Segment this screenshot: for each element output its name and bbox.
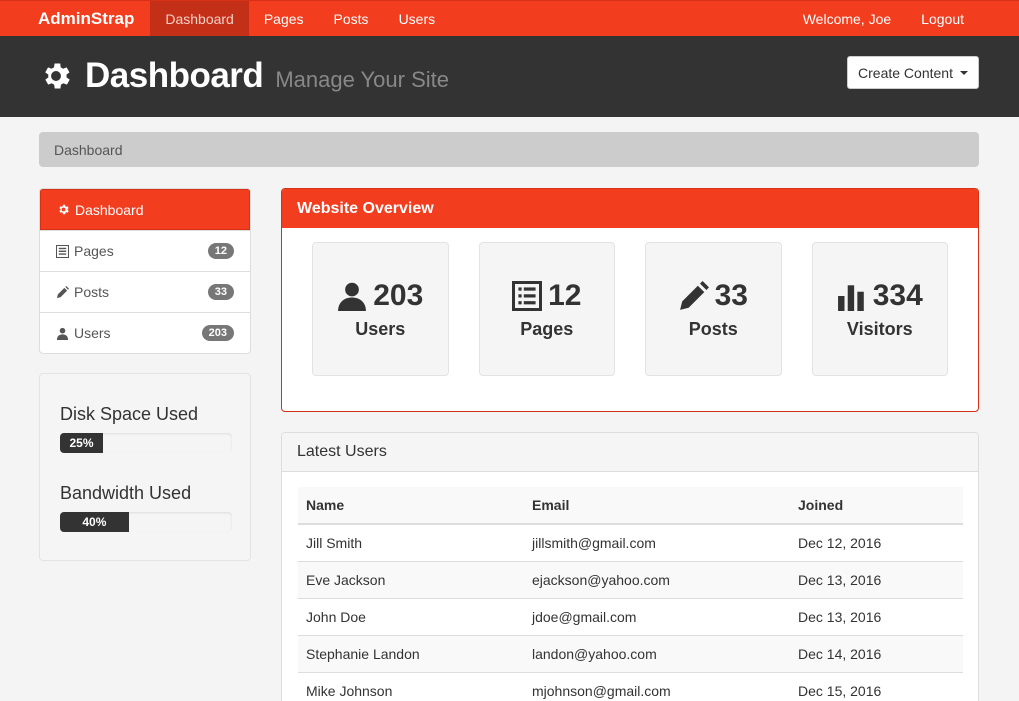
cell-email: jdoe@gmail.com [524,597,790,635]
page-subtitle: Manage Your Site [275,67,450,92]
stats-row: 203 Users 12 Pages 33 Posts 334 Visitors [282,228,978,390]
bandwidth-bar: 40% [60,512,129,532]
stat-label: Pages [520,318,574,339]
table-row: Stephanie Landon landon@yahoo.com Dec 14… [298,634,963,672]
stat-value: 33 [714,278,748,312]
nav-link-pages[interactable]: Pages [249,1,319,36]
user-icon [338,282,367,311]
stat-label: Users [355,318,406,339]
cell-email: ejackson@yahoo.com [524,560,790,598]
users-table: Name Email Joined Jill Smith jillsmith@g… [298,487,963,701]
cell-name: Mike Johnson [298,671,524,701]
column-header-email: Email [524,487,790,525]
cell-joined: Dec 13, 2016 [790,597,963,635]
stat-posts: 33 Posts [645,242,782,376]
sidebar-item-dashboard[interactable]: Dashboard [40,189,250,230]
top-navbar: AdminStrap Dashboard Pages Posts Users W… [0,0,1019,36]
list-alt-icon [56,244,69,258]
cell-email: mjohnson@gmail.com [524,671,790,701]
bandwidth-title: Bandwidth Used [60,483,192,503]
count-badge: 33 [207,284,234,300]
brand-logo[interactable]: AdminStrap [0,1,150,36]
bandwidth-progress: 40% [60,512,232,532]
breadcrumb[interactable]: Dashboard [39,132,979,167]
user-icon [56,327,69,340]
gear-icon [59,204,69,215]
cell-joined: Dec 13, 2016 [790,560,963,598]
sidebar-item-posts[interactable]: Posts 33 [40,271,250,312]
cell-email: jillsmith@gmail.com [524,523,790,561]
table-row: Jill Smith jillsmith@gmail.com Dec 12, 2… [298,523,963,561]
create-content-label: Create Content [858,64,953,81]
nav-link-posts[interactable]: Posts [319,1,384,36]
cell-email: landon@yahoo.com [524,634,790,672]
cell-name: Stephanie Landon [298,634,524,672]
stat-value: 334 [872,278,923,312]
disk-space-progress: 25% [60,433,232,453]
page-header: Dashboard Manage Your Site Create Conten… [0,36,1019,117]
user-nav: Welcome, Joe Logout [788,1,979,36]
pencil-icon [56,285,69,298]
sidebar-item-label: Posts [74,284,110,300]
cell-joined: Dec 14, 2016 [790,634,963,672]
sidebar-item-users[interactable]: Users 203 [40,312,250,353]
bar-chart-icon [837,284,864,311]
website-overview-panel: Website Overview 203 Users 12 Pages 33 P… [281,188,979,412]
column-header-name: Name [298,487,524,525]
table-header-row: Name Email Joined [298,487,963,525]
create-content-button[interactable]: Create Content [847,56,979,89]
sidebar-item-pages[interactable]: Pages 12 [40,230,250,271]
stat-label: Visitors [846,318,913,339]
disk-space-title: Disk Space Used [60,404,199,424]
stat-users: 203 Users [312,242,449,376]
table-row: Mike Johnson mjohnson@gmail.com Dec 15, … [298,671,963,701]
cell-name: Eve Jackson [298,560,524,598]
stat-value: 12 [548,278,582,312]
panel-title: Latest Users [282,433,978,472]
disk-space-bar: 25% [60,433,103,453]
column-header-joined: Joined [790,487,963,525]
latest-users-panel: Latest Users Name Email Joined Jill Smit… [281,432,979,701]
stat-visitors: 334 Visitors [811,242,948,376]
logout-link[interactable]: Logout [906,1,979,36]
stat-value: 203 [373,278,424,312]
cell-name: John Doe [298,597,524,635]
stat-label: Posts [688,318,738,339]
nav-link-users[interactable]: Users [384,1,451,36]
cell-name: Jill Smith [298,523,524,561]
table-row: John Doe jdoe@gmail.com Dec 13, 2016 [298,597,963,635]
gear-icon [45,63,70,89]
main-nav: Dashboard Pages Posts Users [150,1,450,36]
count-badge: 203 [201,325,234,341]
stat-pages: 12 Pages [478,242,615,376]
usage-panel: Disk Space Used 25% Bandwidth Used 40% [39,373,251,561]
panel-title: Website Overview [282,189,978,228]
sidebar-item-label: Users [74,325,111,341]
pencil-icon [679,280,709,310]
caret-down-icon [959,70,968,75]
cell-joined: Dec 15, 2016 [790,671,963,701]
cell-joined: Dec 12, 2016 [790,523,963,561]
page-title-group: Dashboard Manage Your Site [39,56,449,96]
nav-link-dashboard[interactable]: Dashboard [150,1,249,36]
table-row: Eve Jackson ejackson@yahoo.com Dec 13, 2… [298,560,963,598]
sidebar-item-label: Dashboard [75,201,144,218]
welcome-link[interactable]: Welcome, Joe [788,1,906,36]
list-alt-icon [512,280,543,311]
sidebar-menu: Dashboard Pages 12 Posts 33 Users 203 [39,188,251,354]
count-badge: 12 [207,243,234,259]
page-title: Dashboard [85,56,264,95]
sidebar-item-label: Pages [74,243,114,259]
